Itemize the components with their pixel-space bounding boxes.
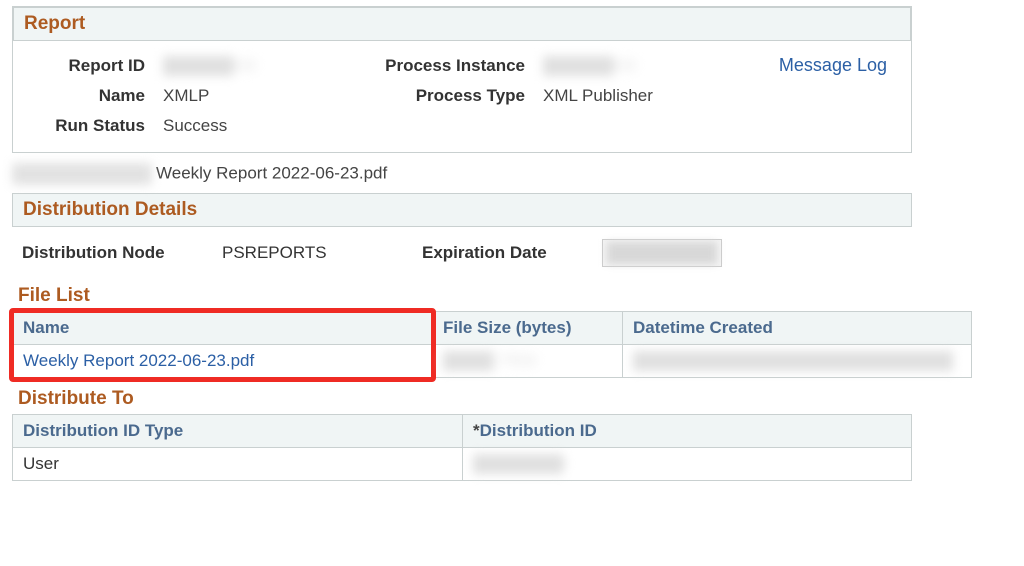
process-type-label: Process Type (353, 86, 543, 106)
distribute-to-header: Distribute To (12, 382, 1018, 412)
run-status-label: Run Status (13, 116, 163, 136)
attachment-prefix-redacted (12, 163, 152, 185)
expiration-date-label: Expiration Date (422, 243, 602, 263)
table-row: User REDACTED (13, 448, 912, 481)
file-col-name: Name (23, 318, 69, 337)
run-status-value: Success (163, 116, 353, 136)
message-log-cell: Message Log (723, 55, 901, 76)
report-id-label: Report ID (13, 56, 163, 76)
message-log-link[interactable]: Message Log (779, 55, 887, 75)
process-type-value: XML Publisher (543, 86, 723, 106)
process-instance-value: REDACTED (543, 56, 723, 76)
file-col-size: File Size (bytes) (433, 312, 623, 345)
distribution-section: Distribution Details Distribution Node P… (12, 193, 912, 279)
name-value: XMLP (163, 86, 353, 106)
file-link[interactable]: Weekly Report 2022-06-23.pdf (23, 351, 254, 370)
file-list-table: Name File Size (bytes) Datetime Created … (12, 311, 972, 378)
file-col-created: Datetime Created (623, 312, 972, 345)
file-size-value: REDACTED (443, 351, 493, 371)
table-row: Weekly Report 2022-06-23.pdf REDACTED RE… (13, 345, 972, 378)
dist-idtype-value: User (13, 448, 463, 481)
attachment-line: Weekly Report 2022-06-23.pdf (12, 153, 1018, 191)
expiration-date-field[interactable]: REDACTED (602, 239, 802, 267)
distribute-to-table: Distribution ID Type Distribution ID Use… (12, 414, 912, 481)
distribution-row: Distribution Node PSREPORTS Expiration D… (12, 227, 912, 279)
dist-col-id: Distribution ID (463, 415, 912, 448)
process-instance-label: Process Instance (353, 56, 543, 76)
dist-col-idtype: Distribution ID Type (13, 415, 463, 448)
dist-id-value: REDACTED (473, 454, 563, 474)
distribution-node-label: Distribution Node (22, 243, 222, 263)
file-list-header: File List (12, 279, 1018, 309)
distribution-header: Distribution Details (12, 193, 912, 227)
report-box: Report Report ID REDACTED Process Instan… (12, 6, 912, 153)
file-created-value: REDACTED (633, 351, 953, 371)
name-label: Name (13, 86, 163, 106)
distribution-node-value: PSREPORTS (222, 243, 422, 263)
report-details: Report ID REDACTED Process Instance REDA… (13, 41, 911, 152)
attachment-filename: Weekly Report 2022-06-23.pdf (156, 163, 387, 182)
report-header: Report (13, 7, 911, 41)
report-id-value: REDACTED (163, 56, 353, 76)
